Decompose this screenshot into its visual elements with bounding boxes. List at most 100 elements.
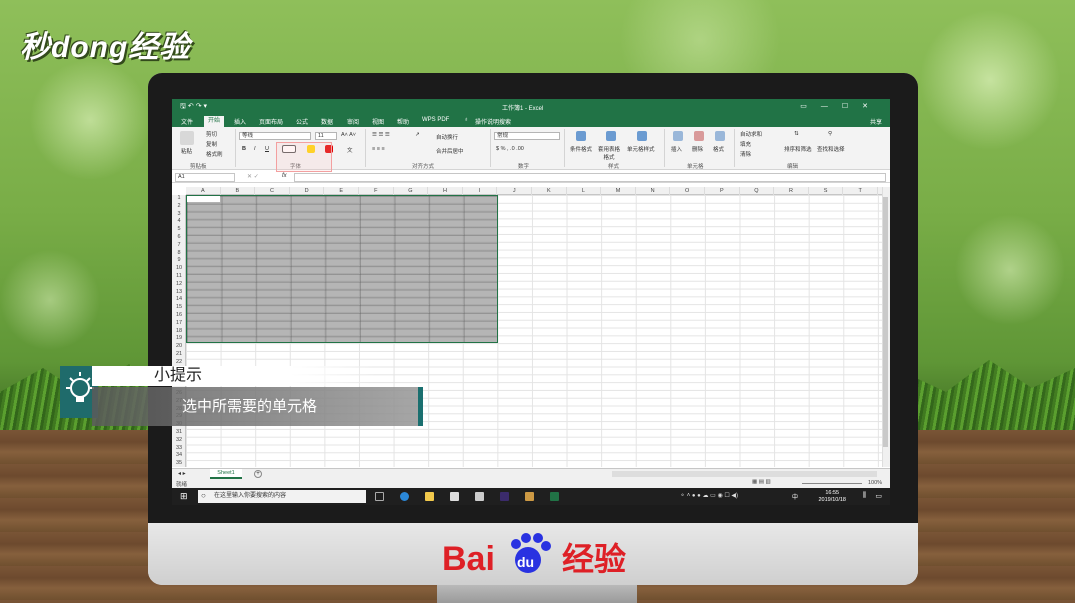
column-header-L[interactable]: L	[567, 187, 602, 195]
window-controls[interactable]: ▭—☐✕	[800, 102, 882, 110]
share-button[interactable]: 共享	[870, 117, 882, 126]
column-header-Q[interactable]: Q	[740, 187, 775, 195]
column-header-N[interactable]: N	[636, 187, 671, 195]
column-header-F[interactable]: F	[359, 187, 394, 195]
tell-me-search[interactable]: 操作说明搜索	[475, 117, 511, 126]
tab-wps-pdf[interactable]: WPS PDF	[422, 117, 449, 123]
column-header-C[interactable]: C	[255, 187, 290, 195]
insert-cells-button[interactable]: 插入	[671, 145, 682, 153]
number-format-select[interactable]: 常规	[494, 132, 560, 140]
find-select-button[interactable]: 查找和选择	[817, 145, 845, 153]
file-explorer-icon[interactable]	[425, 492, 434, 501]
sort-filter-button[interactable]: 排序和筛选	[784, 145, 812, 153]
row-header-32[interactable]: 32	[172, 437, 186, 445]
number-format-icons[interactable]: $ % , .0 .00	[496, 146, 524, 152]
row-header-4[interactable]: 4	[172, 218, 186, 226]
paste-button[interactable]: 粘贴	[181, 147, 192, 155]
row-header-11[interactable]: 11	[172, 273, 186, 281]
add-sheet-icon[interactable]: +	[254, 470, 262, 478]
underline-button[interactable]: U	[265, 146, 269, 152]
cortana-icon[interactable]: ○	[201, 491, 206, 500]
tab-page-layout[interactable]: 页面布局	[259, 117, 283, 126]
row-header-7[interactable]: 7	[172, 242, 186, 250]
delete-cells-button[interactable]: 删除	[692, 145, 703, 153]
column-header-E[interactable]: E	[324, 187, 359, 195]
mail-icon[interactable]	[475, 492, 484, 501]
system-tray-icons[interactable]: ⚬ ˄ ● ● ☁ ▭ ◉ ☐ ◀)	[680, 492, 738, 499]
row-header-14[interactable]: 14	[172, 296, 186, 304]
column-header-G[interactable]: G	[394, 187, 429, 195]
italic-button[interactable]: I	[254, 146, 256, 152]
format-cells-button[interactable]: 格式	[713, 145, 724, 153]
table-format-button[interactable]: 套用表格格式	[596, 145, 622, 161]
column-header-D[interactable]: D	[290, 187, 325, 195]
row-header-20[interactable]: 20	[172, 343, 186, 351]
tab-file[interactable]: 文件	[181, 117, 193, 126]
app-icon[interactable]	[525, 492, 534, 501]
taskbar-search-input[interactable]: 在这里输入你要搜索的内容	[198, 490, 366, 503]
row-header-31[interactable]: 31	[172, 429, 186, 437]
notification-icon[interactable]: ▭	[875, 492, 882, 500]
quick-access-icons[interactable]: 🖫 ↶ ↷ ▾	[180, 102, 207, 113]
column-header-T[interactable]: T	[843, 187, 878, 195]
zoom-slider[interactable]	[802, 483, 862, 484]
row-header-34[interactable]: 34	[172, 452, 186, 460]
ime-indicator[interactable]: 中	[792, 492, 798, 501]
row-header-33[interactable]: 33	[172, 445, 186, 453]
selected-range[interactable]	[186, 195, 498, 343]
row-header-12[interactable]: 12	[172, 281, 186, 289]
wrap-text-button[interactable]: 自动换行	[436, 133, 458, 141]
conditional-format-button[interactable]: 条件格式	[570, 145, 592, 153]
row-header-9[interactable]: 9	[172, 257, 186, 265]
column-header-B[interactable]: B	[221, 187, 256, 195]
row-header-6[interactable]: 6	[172, 234, 186, 242]
row-header-16[interactable]: 16	[172, 312, 186, 320]
autosum-button[interactable]: 自动求和	[740, 130, 762, 138]
merge-center-button[interactable]: 合并后居中	[436, 147, 464, 155]
column-header-A[interactable]: A	[186, 187, 221, 195]
cell-styles-button[interactable]: 单元格样式	[627, 145, 655, 153]
tab-review[interactable]: 审阅	[347, 117, 359, 126]
edge-icon[interactable]	[400, 492, 409, 501]
column-header-O[interactable]: O	[670, 187, 705, 195]
tab-view[interactable]: 视图	[372, 117, 384, 126]
row-header-15[interactable]: 15	[172, 304, 186, 312]
name-box[interactable]: A1	[175, 173, 235, 182]
copy-button[interactable]: 复制	[206, 140, 217, 148]
active-cell[interactable]	[187, 196, 220, 202]
store-icon[interactable]	[450, 492, 459, 501]
cancel-confirm-icons[interactable]: ✕ ✓	[247, 173, 259, 180]
row-header-10[interactable]: 10	[172, 265, 186, 273]
tab-insert[interactable]: 插入	[234, 117, 246, 126]
column-header-P[interactable]: P	[705, 187, 740, 195]
orientation-icon[interactable]: ↗	[415, 132, 420, 138]
font-name-select[interactable]: 等线	[239, 132, 311, 140]
windows-start-icon[interactable]: ⊞	[180, 491, 188, 502]
row-header-5[interactable]: 5	[172, 226, 186, 234]
row-header-17[interactable]: 17	[172, 320, 186, 328]
bold-button[interactable]: B	[242, 146, 246, 152]
column-header-J[interactable]: J	[497, 187, 532, 195]
tab-data[interactable]: 数据	[321, 117, 333, 126]
vertical-scroll-thumb[interactable]	[883, 197, 888, 447]
language-icon[interactable]: ⫼	[863, 492, 866, 500]
cut-button[interactable]: 剪切	[206, 130, 217, 138]
fx-icon[interactable]: fx	[282, 173, 287, 179]
excel-taskbar-icon[interactable]	[550, 492, 559, 501]
column-header-H[interactable]: H	[428, 187, 463, 195]
view-mode-icons[interactable]: ▦ ▤ ▥	[752, 479, 771, 485]
formula-input[interactable]	[294, 173, 886, 182]
column-header-R[interactable]: R	[774, 187, 809, 195]
row-header-8[interactable]: 8	[172, 250, 186, 258]
clear-button[interactable]: 清除	[740, 150, 751, 158]
align-top-icons[interactable]: ☰ ☰ ☰	[372, 132, 390, 138]
sheet-nav-icons[interactable]: ◂ ▸	[178, 470, 186, 477]
sheet-tab-sheet1[interactable]: Sheet1	[210, 469, 242, 479]
tab-help[interactable]: 帮助	[397, 117, 409, 126]
taskbar-clock[interactable]: 16:55 2019/10/18	[818, 490, 846, 504]
row-header-3[interactable]: 3	[172, 211, 186, 219]
row-header-35[interactable]: 35	[172, 460, 186, 468]
adobe-icon[interactable]	[500, 492, 509, 501]
task-view-icon[interactable]	[375, 492, 384, 501]
font-grow-icon[interactable]: A˄ A˅	[341, 132, 356, 138]
